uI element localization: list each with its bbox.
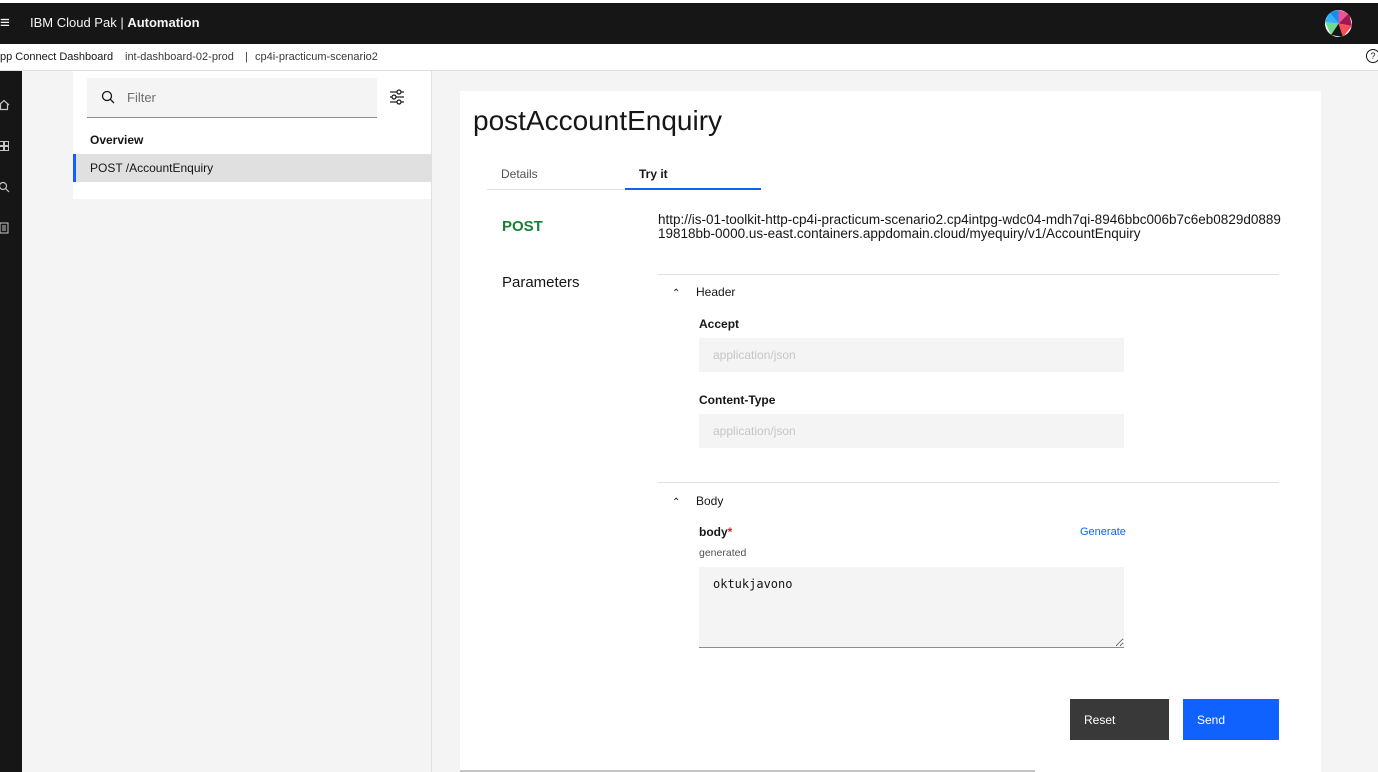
chevron-up-icon: ⌃ — [672, 497, 681, 508]
filter-settings-icon[interactable] — [389, 89, 405, 105]
breadcrumb: pp Connect Dashboard int-dashboard-02-pr… — [0, 44, 1378, 71]
brand-prefix: IBM Cloud Pak | — [30, 15, 128, 30]
panel-divider — [431, 71, 432, 772]
filter-input[interactable] — [127, 78, 367, 117]
content-type-label: Content-Type — [699, 393, 776, 407]
header-accordion-label: Header — [696, 285, 736, 299]
body-textarea[interactable]: oktukjavono — [699, 567, 1124, 648]
divider — [658, 274, 1279, 275]
divider — [658, 482, 1279, 483]
product-brand[interactable]: IBM Cloud Pak | Automation — [30, 15, 200, 30]
overflow-menu-icon[interactable]: ⋮ — [1370, 11, 1378, 32]
nav-item-label: POST /AccountEnquiry — [90, 161, 214, 175]
tab-label: Details — [501, 167, 538, 181]
home-icon[interactable] — [0, 99, 10, 111]
breadcrumb-instance[interactable]: int-dashboard-02-prod — [125, 51, 234, 63]
help-icon[interactable]: ? — [1366, 49, 1378, 63]
content-type-field[interactable] — [699, 414, 1124, 448]
chevron-up-icon: ⌃ — [672, 288, 681, 299]
body-label: body* — [699, 525, 732, 539]
body-helper-text: generated — [699, 547, 747, 559]
nav-overview[interactable]: Overview — [90, 133, 143, 147]
page-title: postAccountEnquiry — [473, 105, 723, 136]
breadcrumb-project[interactable]: cp4i-practicum-scenario2 — [255, 51, 378, 63]
reset-button[interactable]: Reset — [1070, 699, 1169, 740]
nav-item-post-accountenquiry[interactable]: POST /AccountEnquiry — [73, 154, 431, 182]
generate-link[interactable]: Generate — [1080, 526, 1126, 538]
endpoint-url: http://is-01-toolkit-http-cp4i-practicum… — [658, 212, 1281, 241]
tab-label: Try it — [639, 167, 668, 181]
filter-search — [87, 78, 377, 118]
top-bar: ≡ IBM Cloud Pak | Automation ⋮ — [0, 0, 1378, 44]
http-method-badge: POST — [502, 218, 543, 235]
parameters-heading: Parameters — [502, 274, 580, 291]
body-accordion-label: Body — [696, 494, 724, 508]
search-tools-icon[interactable] — [0, 181, 10, 193]
send-button[interactable]: Send — [1183, 699, 1279, 740]
document-icon[interactable] — [0, 222, 10, 234]
header-accordion-toggle[interactable]: ⌃ Header — [672, 285, 735, 299]
search-icon — [101, 90, 115, 104]
accept-label: Accept — [699, 317, 740, 331]
accept-field[interactable] — [699, 338, 1124, 372]
body-label-text: body — [699, 525, 728, 539]
breadcrumb-app[interactable]: pp Connect Dashboard — [0, 51, 113, 63]
tab-details[interactable]: Details — [487, 160, 625, 190]
dashboard-icon[interactable] — [0, 140, 10, 152]
hamburger-menu-icon[interactable]: ≡ — [0, 13, 10, 33]
breadcrumb-separator: | — [245, 51, 248, 63]
brand-name: Automation — [127, 15, 200, 30]
user-avatar-icon[interactable] — [1325, 10, 1352, 37]
tab-try-it[interactable]: Try it — [625, 160, 761, 190]
required-marker: * — [727, 525, 733, 539]
body-accordion-toggle[interactable]: ⌃ Body — [672, 494, 723, 508]
left-rail — [0, 71, 22, 772]
